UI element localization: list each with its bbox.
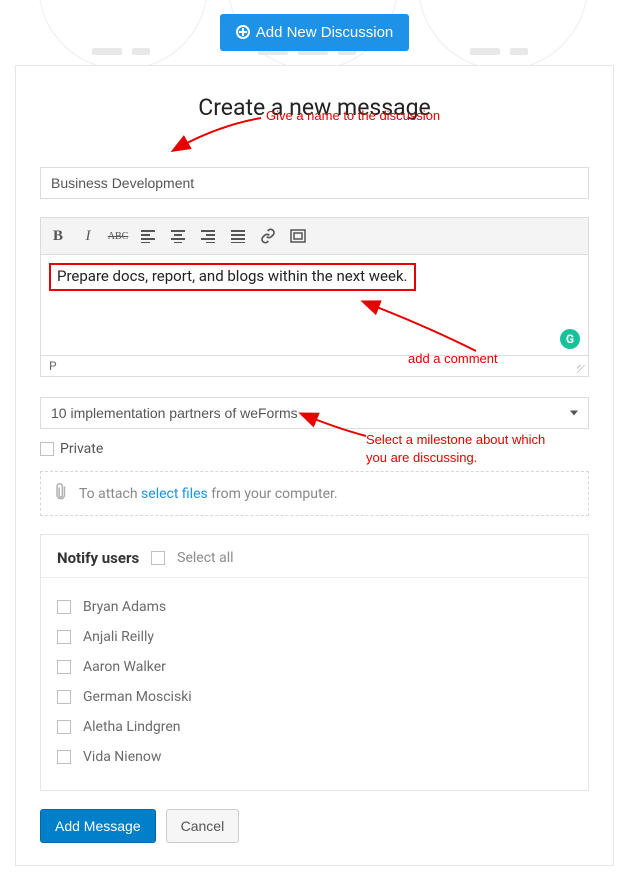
header-area: Add New Discussion — [0, 0, 629, 60]
select-files-link[interactable]: select files — [141, 486, 208, 502]
align-right-icon[interactable] — [197, 225, 219, 247]
select-all-row: Select all — [151, 550, 233, 566]
user-name-label: German Mosciski — [83, 689, 192, 705]
select-all-label: Select all — [177, 550, 233, 566]
user-row: Aaron Walker — [57, 652, 572, 682]
resize-grip-icon[interactable] — [574, 362, 586, 374]
notify-title: Notify users — [57, 549, 139, 567]
user-checkbox[interactable] — [57, 630, 71, 644]
grammarly-icon[interactable]: G — [560, 329, 580, 349]
create-message-panel: Create a new message Give a name to the … — [15, 65, 614, 866]
user-row: Aletha Lindgren — [57, 712, 572, 742]
user-name-label: Vida Nienow — [83, 749, 161, 765]
user-row: Anjali Reilly — [57, 622, 572, 652]
editor-statusbar: P — [41, 355, 588, 376]
rich-text-editor: B I ABC Prepare docs, report, and — [40, 217, 589, 377]
editor-body[interactable]: Prepare docs, report, and blogs within t… — [41, 255, 588, 355]
form-actions: Add Message Cancel — [40, 809, 589, 843]
fullscreen-icon[interactable] — [287, 225, 309, 247]
private-label: Private — [60, 441, 103, 457]
link-icon[interactable] — [257, 225, 279, 247]
notify-users-box: Notify users Select all Bryan Adams Anjal… — [40, 534, 589, 791]
strikethrough-icon[interactable]: ABC — [107, 225, 129, 247]
align-justify-icon[interactable] — [227, 225, 249, 247]
notify-header: Notify users Select all — [57, 549, 572, 567]
user-row: Bryan Adams — [57, 592, 572, 622]
plus-circle-icon — [236, 25, 250, 39]
user-name-label: Aletha Lindgren — [83, 719, 181, 735]
user-name-label: Bryan Adams — [83, 599, 166, 615]
editor-toolbar: B I ABC — [41, 218, 588, 255]
paperclip-icon — [48, 479, 77, 508]
italic-icon[interactable]: I — [77, 225, 99, 247]
placeholder-bar — [132, 48, 150, 55]
placeholder-circle — [38, 0, 208, 70]
discussion-title-input[interactable] — [40, 167, 589, 199]
user-row: Vida Nienow — [57, 742, 572, 772]
add-message-button[interactable]: Add Message — [40, 809, 156, 843]
cancel-button[interactable]: Cancel — [166, 809, 240, 843]
user-checkbox[interactable] — [57, 750, 71, 764]
private-checkbox[interactable] — [40, 442, 54, 456]
divider — [41, 577, 588, 578]
page-title: Create a new message — [40, 94, 589, 121]
chevron-down-icon — [570, 411, 578, 416]
select-all-checkbox[interactable] — [151, 551, 165, 565]
placeholder-bar — [510, 48, 528, 55]
milestone-selected-label: 10 implementation partners of weForms — [51, 405, 298, 421]
attach-files-row: To attach select files from your compute… — [40, 471, 589, 516]
attach-label: To attach select files from your compute… — [79, 486, 338, 502]
placeholder-bar — [470, 48, 500, 55]
private-toggle-row: Private — [40, 441, 589, 457]
add-button-label: Add New Discussion — [256, 24, 394, 41]
align-center-icon[interactable] — [167, 225, 189, 247]
add-new-discussion-button[interactable]: Add New Discussion — [220, 14, 410, 51]
editor-path: P — [49, 359, 57, 373]
align-left-icon[interactable] — [137, 225, 159, 247]
user-list: Bryan Adams Anjali Reilly Aaron Walker Germ… — [57, 592, 572, 772]
bold-icon[interactable]: B — [47, 225, 69, 247]
placeholder-bar — [92, 48, 122, 55]
milestone-select[interactable]: 10 implementation partners of weForms — [40, 397, 589, 429]
user-name-label: Aaron Walker — [83, 659, 166, 675]
user-row: German Mosciski — [57, 682, 572, 712]
user-name-label: Anjali Reilly — [83, 629, 154, 645]
user-checkbox[interactable] — [57, 660, 71, 674]
placeholder-circle — [418, 0, 588, 70]
milestone-select-wrap: 10 implementation partners of weForms — [40, 397, 589, 429]
user-checkbox[interactable] — [57, 600, 71, 614]
user-checkbox[interactable] — [57, 720, 71, 734]
editor-content: Prepare docs, report, and blogs within t… — [49, 263, 416, 291]
user-checkbox[interactable] — [57, 690, 71, 704]
